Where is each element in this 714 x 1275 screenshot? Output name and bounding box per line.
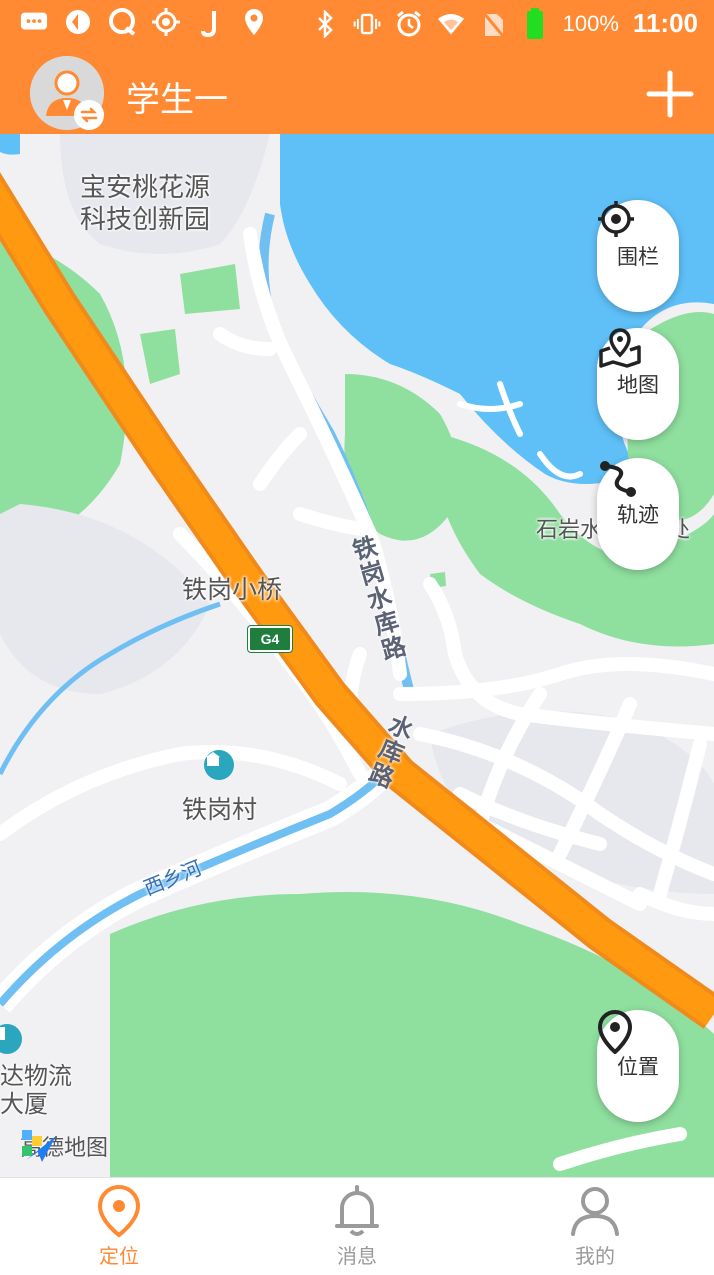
bell-icon: [335, 1185, 379, 1236]
switch-student-icon[interactable]: [74, 100, 104, 130]
map-button[interactable]: 地图: [597, 328, 679, 440]
map-button-label: 地图: [617, 373, 659, 397]
tab-messages[interactable]: 消息: [238, 1178, 476, 1275]
highway-shield-g4: G4: [248, 626, 292, 652]
location-pin-icon: [97, 1184, 141, 1238]
label-building: 达物流 大厦: [0, 1062, 72, 1118]
app-header: 学生一: [0, 50, 714, 134]
plus-icon[interactable]: [646, 70, 694, 118]
no-sim-icon: [479, 10, 507, 38]
status-right-icons: 100% 11:00: [311, 7, 698, 39]
label-bridge: 铁岗小桥: [182, 575, 283, 604]
battery-icon: [521, 7, 549, 39]
vibrate-icon: [353, 10, 381, 38]
sync-icon: [64, 8, 92, 36]
chat-icon: [108, 8, 136, 36]
track-button-label: 轨迹: [617, 503, 659, 527]
wifi-icon: [437, 10, 465, 38]
amap-logo-icon: [22, 1130, 56, 1162]
bottom-tab-bar: 定位 消息 我的: [0, 1177, 714, 1275]
location-icon: [240, 8, 268, 36]
bluetooth-icon: [311, 9, 339, 38]
status-bar: 100% 11:00: [0, 0, 714, 50]
battery-percent: 100%: [562, 10, 619, 36]
target-icon: [598, 201, 634, 237]
label-park: 宝安桃花源 科技创新园: [80, 173, 211, 235]
village-poi-icon[interactable]: [204, 750, 234, 780]
fence-button[interactable]: 围栏: [597, 200, 679, 312]
label-village: 铁岗村: [182, 795, 258, 824]
tab-profile-label: 我的: [575, 1244, 615, 1268]
alarm-icon: [395, 10, 423, 38]
tab-location-label: 定位: [99, 1244, 139, 1268]
status-time: 11:00: [632, 8, 698, 38]
message-icon: [20, 8, 48, 36]
tab-messages-label: 消息: [337, 1244, 377, 1268]
locate-button[interactable]: 位置: [597, 1010, 679, 1122]
location-pin-icon: [597, 1010, 633, 1054]
tab-location[interactable]: 定位: [0, 1178, 238, 1275]
student-name[interactable]: 学生一: [126, 72, 228, 121]
gps-icon: [152, 8, 180, 36]
map-view[interactable]: 宝安桃花源 科技创新园 铁岗小桥 铁岗村 石岩水库管理处 达物流 大厦 铁岗水库…: [0, 134, 714, 1177]
track-button[interactable]: 轨迹: [597, 458, 679, 570]
app-j-icon: [196, 8, 224, 37]
user-icon: [571, 1187, 619, 1236]
route-icon: [600, 461, 636, 497]
status-left-icons: [20, 8, 268, 37]
map-provider-logo: 高德地图: [20, 1130, 108, 1162]
map-pin-icon: [599, 328, 641, 368]
tab-profile[interactable]: 我的: [476, 1178, 714, 1275]
fence-button-label: 围栏: [617, 245, 659, 269]
locate-button-label: 位置: [617, 1055, 659, 1079]
